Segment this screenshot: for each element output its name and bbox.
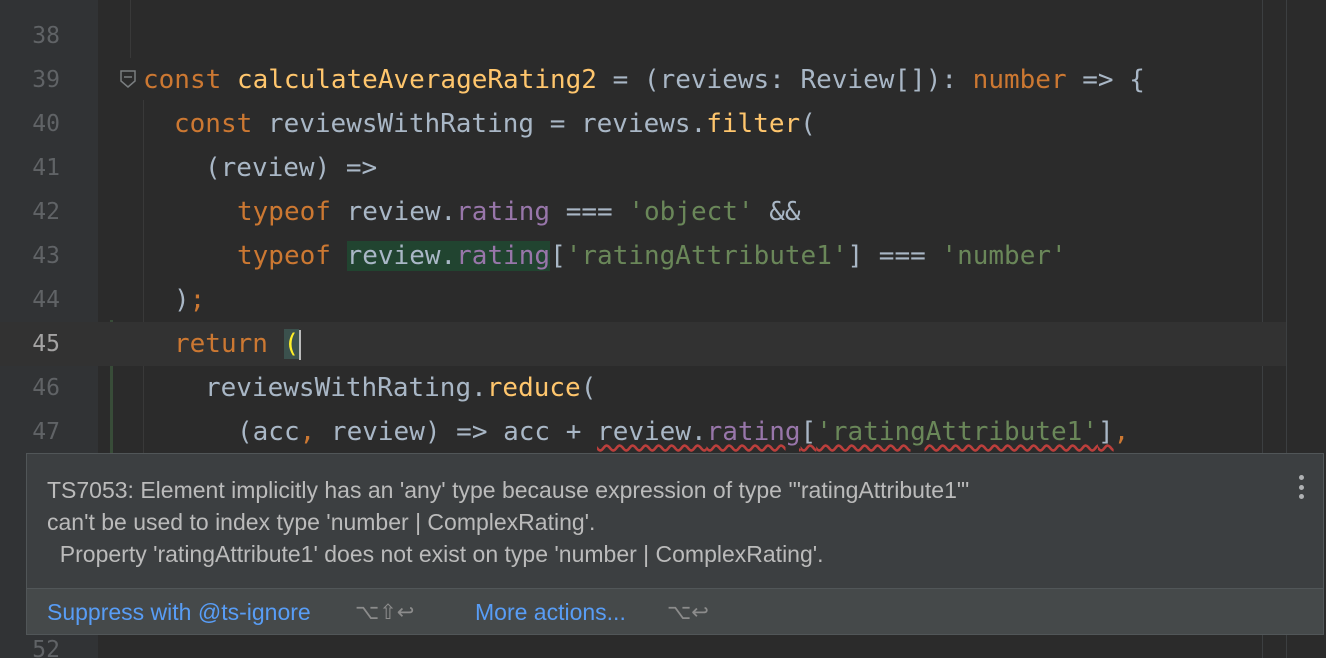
line-number: 47 [32,419,60,445]
text-caret [299,329,302,360]
code-line[interactable]: 43 typeof review.rating['ratingAttribute… [0,234,1286,278]
code-text: const calculateAverageRating2 = (reviews… [143,65,1145,95]
code-text: ); [174,285,206,315]
error-message-line: can't be used to index type 'number | Co… [47,509,596,535]
code-line[interactable]: 44 ); [0,278,1286,322]
code-line[interactable]: 47 (acc, review) => acc + review.rating[… [0,410,1286,454]
suppress-shortcut-hint: ⌥⇧↩ [355,600,415,624]
code-line[interactable]: 42 typeof review.rating === 'object' && [0,190,1286,234]
more-actions-link[interactable]: More actions... [475,597,626,627]
code-text: (acc, review) => acc + review.rating['ra… [237,417,1130,447]
line-number: 41 [32,155,60,181]
error-message-line: TS7053: Element implicitly has an 'any' … [47,477,970,503]
code-line[interactable]: 46 reviewsWithRating.reduce( [0,366,1286,410]
code-text: typeof review.rating['ratingAttribute1']… [237,241,1067,271]
matched-brace: ( [283,329,300,359]
popup-actions-bar: Suppress with @ts-ignore ⌥⇧↩ More action… [27,588,1323,634]
line-number: 43 [32,243,60,269]
error-message-line: Property 'ratingAttribute1' does not exi… [47,541,824,567]
vertical-dots-icon[interactable] [1291,472,1311,502]
line-number: 46 [32,375,60,401]
line-number: 40 [32,111,60,137]
more-actions-shortcut-hint: ⌥↩ [667,600,709,624]
line-number: 38 [32,23,60,49]
code-editor[interactable]: 38 39 const calculateAverageRating2 = (r… [0,0,1326,658]
code-text: (review) => [205,153,378,183]
usage-highlight: review.rating [346,241,551,271]
line-number: 44 [32,287,60,313]
line-number: 42 [32,199,60,225]
current-code-line[interactable]: 45 return ( [0,322,1286,366]
error-tooltip-popup: TS7053: Element implicitly has an 'any' … [26,453,1324,635]
code-line[interactable]: 39 const calculateAverageRating2 = (revi… [0,58,1286,102]
code-text: typeof review.rating === 'object' && [237,197,801,227]
line-number: 39 [32,67,60,93]
code-line[interactable]: 41 (review) => [0,146,1286,190]
code-text: return ( [174,329,302,360]
code-line[interactable]: 38 [0,14,1286,58]
error-underline[interactable]: review.rating['ratingAttribute1'] [597,417,1114,447]
suppress-ts-ignore-link[interactable]: Suppress with @ts-ignore [47,597,311,627]
error-message: TS7053: Element implicitly has an 'any' … [47,474,1247,570]
line-number: 45 [32,331,60,357]
fold-icon[interactable] [120,70,136,88]
code-text: reviewsWithRating.reduce( [205,373,597,403]
code-line[interactable]: 40 const reviewsWithRating = reviews.fil… [0,102,1286,146]
code-text: const reviewsWithRating = reviews.filter… [174,109,816,139]
